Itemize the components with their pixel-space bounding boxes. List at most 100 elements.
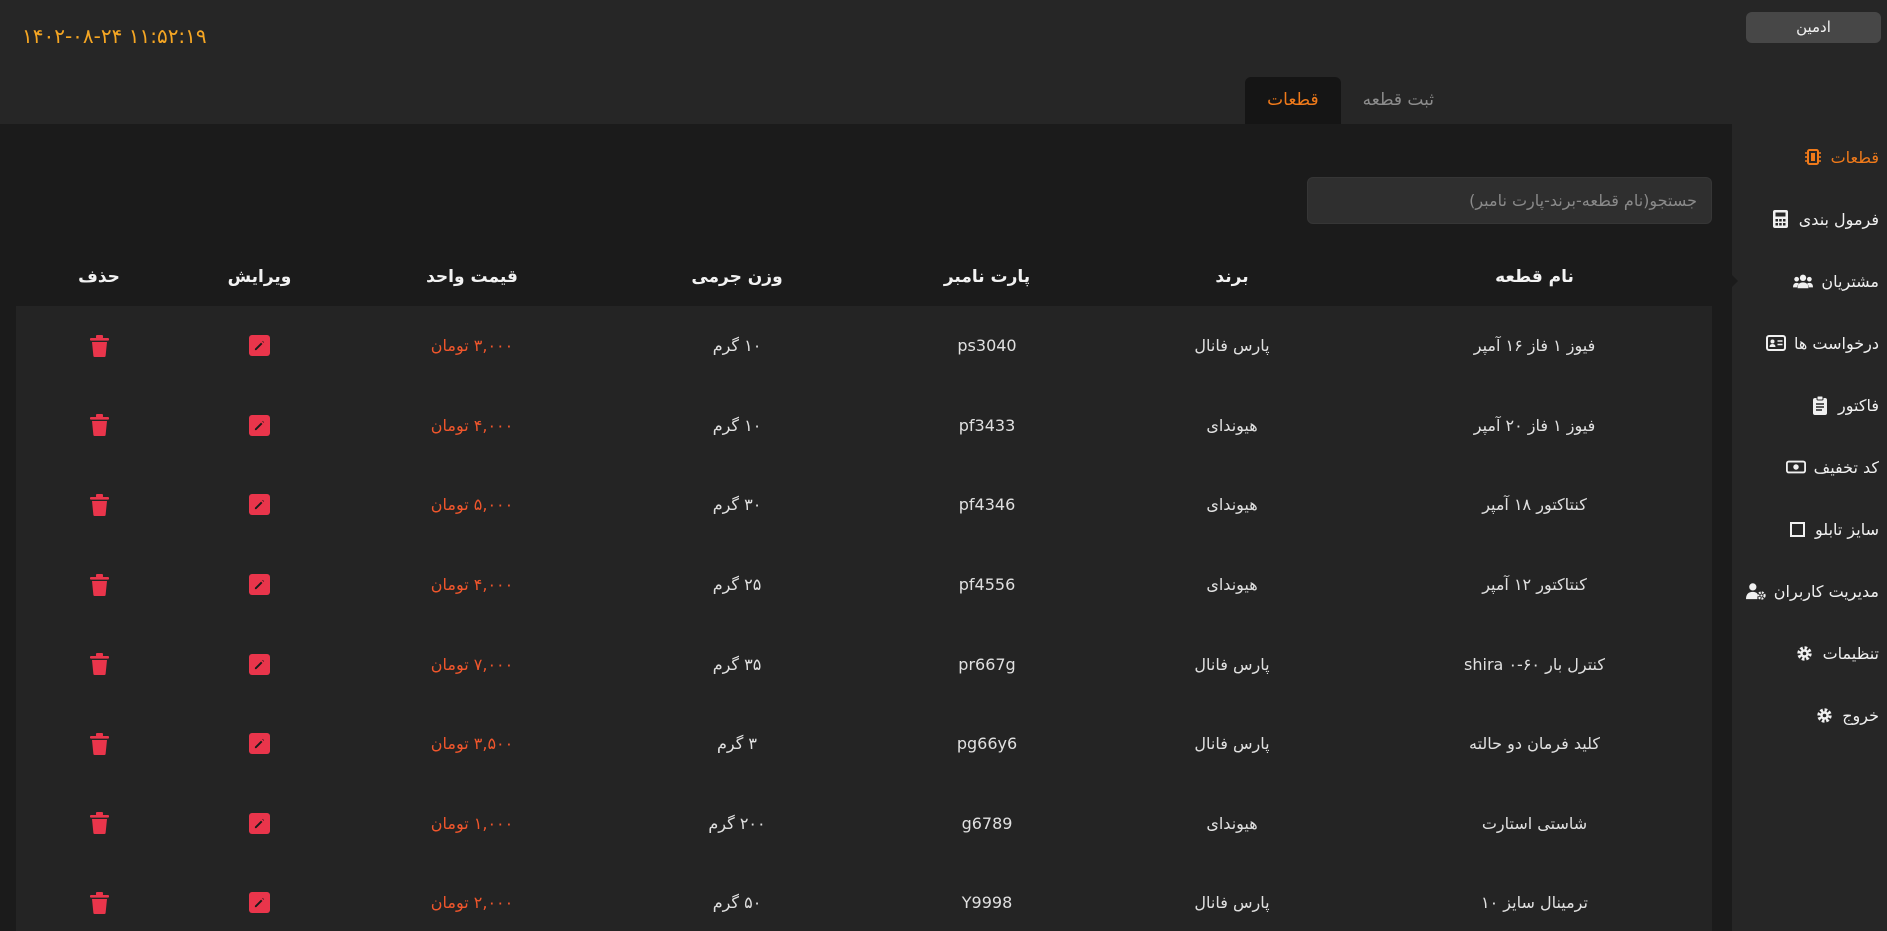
- table-row: فیوز ۱ فاز ۲۰ آمپر هیوندای pf3433 ۱۰ گرم…: [16, 386, 1712, 466]
- trash-icon: [89, 573, 109, 596]
- cell-edit: [182, 784, 337, 864]
- sidebar-item-0[interactable]: قطعات: [1803, 142, 1879, 172]
- price-text: ۴,۰۰۰ تومان: [430, 415, 514, 435]
- table-row: فیوز ۱ فاز ۱۶ آمپر پارس فانال ps3040 ۱۰ …: [16, 306, 1712, 386]
- tab-bar: قطعات ثبت قطعه: [1245, 77, 1456, 124]
- edit-button[interactable]: [249, 733, 270, 755]
- sidebar-item-label: فاکتور: [1838, 395, 1879, 415]
- table-row: کنتاکتور ۱۲ آمپر هیوندای pf4556 ۲۵ گرم ۴…: [16, 545, 1712, 625]
- cell-brand: هیوندای: [1206, 495, 1258, 515]
- pencil-icon: [254, 898, 265, 908]
- clipboard-icon: [1810, 395, 1830, 415]
- sidebar-item-6[interactable]: سایز تابلو: [1787, 514, 1879, 544]
- cell-edit: [182, 704, 337, 784]
- delete-button[interactable]: [89, 891, 109, 914]
- cell-brand: پارس فانال: [1194, 893, 1270, 913]
- cell-edit: [182, 306, 337, 386]
- main-panel: نام قطعه برند پارت نامبر وزن جرمی قیمت و…: [0, 124, 1732, 931]
- user-menu-button[interactable]: ادمین: [1746, 12, 1881, 43]
- cell-delete: [16, 624, 182, 704]
- pencil-icon: [254, 579, 265, 590]
- sidebar-item-1[interactable]: فرمول بندی: [1771, 204, 1879, 234]
- cell-part-name: کنتاکتور ۱۸ آمپر: [1482, 495, 1587, 515]
- header-brand: برند: [1215, 267, 1249, 287]
- header-part-name: نام قطعه: [1495, 267, 1574, 287]
- cell-part-number: pf4556: [867, 545, 1107, 625]
- cell-part-name: فیوز ۱ فاز ۱۶ آمپر: [1473, 336, 1596, 356]
- square-icon: [1787, 519, 1807, 539]
- cell-edit: [182, 545, 337, 625]
- delete-button[interactable]: [89, 493, 109, 516]
- cell-part-name: کنترل بار ۶۰-۰ shira: [1464, 654, 1605, 674]
- pencil-icon: [254, 420, 265, 430]
- cell-part-number: pf3433: [867, 386, 1107, 466]
- cell-part-name: کلید فرمان دو حالته: [1469, 734, 1600, 754]
- sidebar-item-label: قطعات: [1830, 147, 1879, 167]
- sidebar-item-8[interactable]: تنظیمات: [1795, 638, 1879, 668]
- cell-brand: هیوندای: [1206, 415, 1258, 435]
- tab-register-part[interactable]: ثبت قطعه: [1341, 77, 1456, 124]
- price-text: ۳,۵۰۰ تومان: [430, 734, 514, 754]
- tab-parts[interactable]: قطعات: [1245, 77, 1341, 124]
- sidebar-item-4[interactable]: فاکتور: [1810, 390, 1879, 420]
- cell-weight: ۱۰ گرم: [712, 415, 762, 435]
- trash-icon: [89, 812, 109, 835]
- cell-part-name: شاستی استارت: [1481, 813, 1588, 833]
- sidebar: قطعات فرمول بندی مشتریان درخواست ها فاکتور کد…: [1731, 124, 1887, 931]
- trash-icon: [89, 493, 109, 516]
- edit-button[interactable]: [249, 494, 270, 516]
- cell-edit: [182, 863, 337, 931]
- delete-button[interactable]: [89, 414, 109, 437]
- sidebar-item-label: کد تخفیف: [1813, 457, 1879, 477]
- sidebar-item-label: درخواست ها: [1794, 333, 1879, 353]
- cell-edit: [182, 624, 337, 704]
- table-body: فیوز ۱ فاز ۱۶ آمپر پارس فانال ps3040 ۱۰ …: [16, 306, 1712, 931]
- pencil-icon: [254, 818, 265, 828]
- part-number-text: Y9998: [961, 893, 1013, 913]
- delete-button[interactable]: [89, 653, 109, 676]
- gear-icon: [1795, 643, 1815, 663]
- cell-unit-price: ۴,۰۰۰ تومان: [337, 386, 607, 466]
- edit-button[interactable]: [249, 812, 270, 834]
- edit-button[interactable]: [249, 653, 270, 675]
- edit-button[interactable]: [249, 892, 270, 914]
- gear-icon: [1814, 705, 1834, 725]
- delete-button[interactable]: [89, 334, 109, 357]
- cell-weight: ۲۰۰ گرم: [708, 813, 766, 833]
- price-text: ۷,۰۰۰ تومان: [430, 654, 514, 674]
- sidebar-item-7[interactable]: مدیریت کاربران: [1745, 576, 1879, 606]
- sidebar-item-9[interactable]: خروج: [1814, 700, 1879, 730]
- sidebar-item-2[interactable]: مشتریان: [1793, 266, 1879, 296]
- pencil-icon: [254, 739, 265, 749]
- pencil-icon: [254, 659, 265, 669]
- delete-button[interactable]: [89, 732, 109, 755]
- delete-button[interactable]: [89, 812, 109, 835]
- datetime-display: ۱۴۰۲-۰۸-۲۴ ۱۱:۵۲:۱۹: [22, 24, 207, 48]
- search-input[interactable]: [1307, 177, 1712, 224]
- header-unit-price: قیمت واحد: [426, 267, 518, 287]
- price-text: ۲,۰۰۰ تومان: [430, 893, 514, 913]
- cell-unit-price: ۷,۰۰۰ تومان: [337, 624, 607, 704]
- trash-icon: [89, 653, 109, 676]
- cell-weight: ۱۰ گرم: [712, 336, 762, 356]
- part-number-text: pf4556: [958, 575, 1016, 595]
- trash-icon: [89, 732, 109, 755]
- price-text: ۱,۰۰۰ تومان: [430, 813, 514, 833]
- cell-delete: [16, 784, 182, 864]
- sidebar-item-3[interactable]: درخواست ها: [1766, 328, 1879, 358]
- cell-weight: ۵۰ گرم: [712, 893, 762, 913]
- part-number-text: g6789: [961, 813, 1013, 833]
- edit-button[interactable]: [249, 414, 270, 436]
- cell-weight: ۳۰ گرم: [712, 495, 762, 515]
- table-row: کلید فرمان دو حالته پارس فانال pg66y6 ۳ …: [16, 704, 1712, 784]
- sidebar-item-5[interactable]: کد تخفیف: [1785, 452, 1879, 482]
- table-row: شاستی استارت هیوندای g6789 ۲۰۰ گرم ۱,۰۰۰…: [16, 784, 1712, 864]
- sidebar-item-label: تنظیمات: [1822, 643, 1879, 663]
- delete-button[interactable]: [89, 573, 109, 596]
- edit-button[interactable]: [249, 335, 270, 357]
- edit-button[interactable]: [249, 574, 270, 596]
- cell-brand: هیوندای: [1206, 575, 1258, 595]
- cell-edit: [182, 465, 337, 545]
- cell-unit-price: ۱,۰۰۰ تومان: [337, 784, 607, 864]
- cell-part-name: ترمینال سایز ۱۰: [1481, 893, 1588, 913]
